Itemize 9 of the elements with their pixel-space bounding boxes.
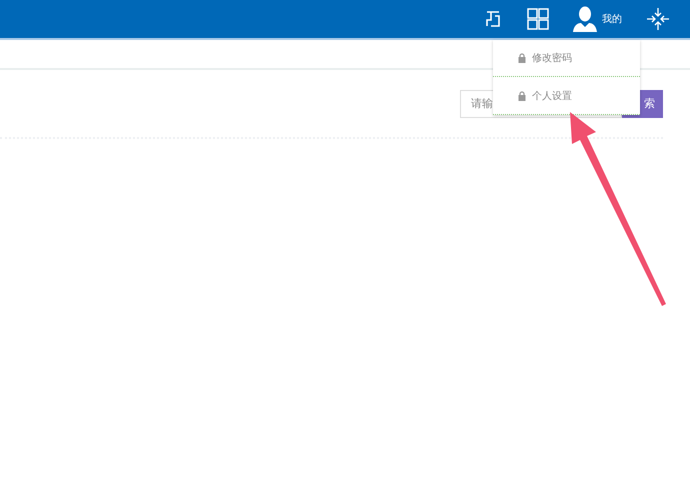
lock-icon	[518, 53, 526, 63]
menu-item[interactable]: 修改密码	[493, 40, 640, 77]
user-menu-label[interactable]: 我的	[602, 12, 622, 26]
user-icon[interactable]	[573, 6, 597, 32]
collapse-icon[interactable]	[646, 7, 670, 31]
grid-icon[interactable]	[527, 8, 549, 30]
lock-icon	[518, 90, 526, 100]
switch-icon[interactable]	[483, 9, 503, 29]
menu-item[interactable]: 个人设置	[493, 77, 640, 115]
